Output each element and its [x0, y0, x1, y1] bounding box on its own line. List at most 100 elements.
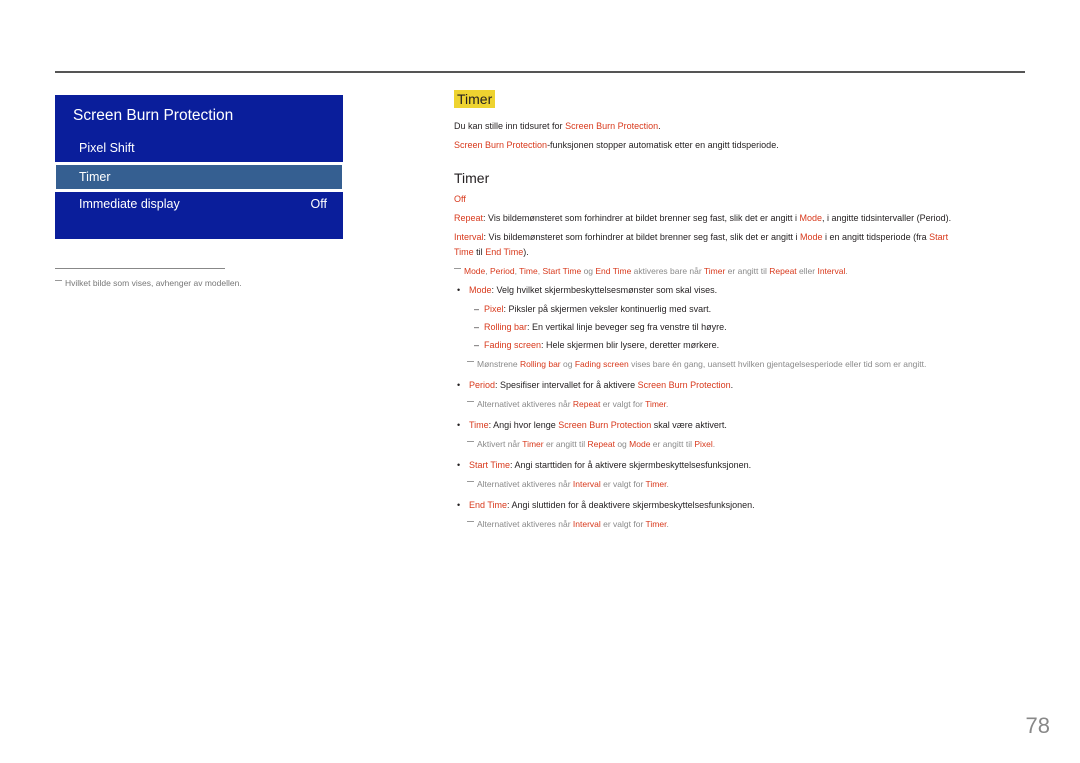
text: i en angitt tidsperiode (fra [822, 232, 930, 242]
sub-item-fading-screen: – Fading screen: Hele skjermen blir lyser… [474, 340, 719, 350]
text: . [712, 439, 716, 449]
dash-icon: – [474, 340, 480, 350]
term: Screen Burn Protection [637, 380, 731, 390]
bullet-end-time: • End Time: Angi sluttiden for å deaktive… [457, 500, 755, 510]
term: Interval [817, 266, 846, 276]
text: Alternativet aktiveres når [477, 519, 573, 529]
text: : Velg hvilket skjermbeskyttelsesmønster… [491, 285, 718, 295]
text: skal være aktivert. [651, 420, 727, 430]
bullet-time: • Time: Angi hvor lenge Screen Burn Prote… [457, 420, 727, 430]
bullet-mode: • Mode: Velg hvilket skjermbeskyttelsesmø… [457, 285, 717, 295]
text: , i angitte tidsintervaller (Period). [822, 213, 952, 223]
term: Interval [572, 479, 601, 489]
osd-menu: Screen Burn Protection Pixel Shift Timer… [55, 95, 343, 239]
text: : Angi hvor lenge [488, 420, 559, 430]
text: . [658, 121, 661, 131]
text: . [666, 399, 669, 409]
option-repeat: Repeat: Vis bildemønsteret som forhindre… [454, 213, 951, 223]
term: End Time [469, 500, 508, 510]
text: og [581, 266, 596, 276]
term: Rolling bar [484, 322, 528, 332]
text: Du kan stille inn tidsuret for [454, 121, 566, 131]
term: Pixel [694, 439, 713, 449]
term: Mode [464, 266, 486, 276]
menu-item-value: Off [310, 197, 327, 211]
term: Screen Burn Protection [454, 140, 548, 150]
term: Mode [469, 285, 492, 295]
section-title: Timer [454, 90, 496, 108]
menu-item-timer[interactable]: Timer [56, 165, 342, 189]
menu-item-pixel-shift[interactable]: Pixel Shift [55, 139, 343, 161]
text: . [666, 519, 669, 529]
bullet-start-time: • Start Time: Angi starttiden for å aktiv… [457, 460, 751, 470]
term: Timer [703, 266, 726, 276]
term: Screen Burn Protection [565, 121, 659, 131]
footnote-divider [55, 268, 225, 269]
note-dash-icon [454, 268, 461, 269]
bullet-icon: • [457, 500, 461, 510]
text: : Vis bildemønsteret som forhindrer at b… [483, 232, 800, 242]
text: : Vis bildemønsteret som forhindrer at b… [483, 213, 800, 223]
term: Time [454, 247, 474, 257]
page-number: 78 [1025, 713, 1050, 738]
note-2: Mønstrene Rolling bar og Fading screen v… [467, 359, 926, 369]
intro-line-1: Du kan stille inn tidsuret for Screen Bu… [454, 121, 661, 131]
text: : Spesifiser intervallet for å aktivere [495, 380, 638, 390]
term: Period [469, 380, 496, 390]
text: -funksjonen stopper automatisk etter en … [547, 140, 779, 150]
term: Period [490, 266, 515, 276]
term: Start Time [542, 266, 582, 276]
text: ). [523, 247, 529, 257]
note-dash-icon [467, 441, 474, 442]
term: Repeat [587, 439, 615, 449]
text: er valgt for [600, 399, 646, 409]
note-dash-icon [55, 280, 62, 281]
bullet-icon: • [457, 420, 461, 430]
text: : Piksler på skjermen veksler kontinuerl… [503, 304, 712, 314]
term: Repeat [572, 399, 601, 409]
text: er valgt for [600, 479, 646, 489]
term: Timer [645, 479, 667, 489]
term: Timer [645, 519, 667, 529]
intro-line-2: Screen Burn Protection-funksjonen stoppe… [454, 140, 779, 150]
text: Alternativet aktiveres når [477, 399, 573, 409]
term: Time [469, 420, 489, 430]
top-rule [55, 71, 1025, 73]
text: Aktivert når [477, 439, 523, 449]
text: og [560, 359, 575, 369]
menu-item-immediate-display[interactable]: Immediate display Off [55, 192, 343, 239]
term: Rolling bar [520, 359, 561, 369]
text: : Hele skjermen blir lysere, deretter mø… [541, 340, 720, 350]
note-1: Mode, Period, Time, Start Time og End Ti… [454, 266, 848, 276]
note-dash-icon [467, 401, 474, 402]
text: . [845, 266, 848, 276]
text: : Angi sluttiden for å deaktivere skjerm… [507, 500, 755, 510]
text: er angitt til [725, 266, 770, 276]
bullet-icon: • [457, 285, 461, 295]
text: til [473, 247, 486, 257]
term: Repeat [454, 213, 484, 223]
term: End Time [485, 247, 524, 257]
text: Mønstrene [477, 359, 520, 369]
term: Time [519, 266, 538, 276]
text: er angitt til [543, 439, 588, 449]
term: Start Time [469, 460, 511, 470]
text: Alternativet aktiveres når [477, 479, 573, 489]
dash-icon: – [474, 322, 480, 332]
note-dash-icon [467, 361, 474, 362]
text: er valgt for [600, 519, 646, 529]
text: aktiveres bare når [631, 266, 704, 276]
option-interval-cont: Time til End Time). [454, 247, 529, 257]
note-5: Alternativet aktiveres når Interval er v… [467, 479, 669, 489]
sub-item-pixel: – Pixel: Piksler på skjermen veksler kont… [474, 304, 711, 314]
dash-icon: – [474, 304, 480, 314]
text: : En vertikal linje beveger seg fra vens… [527, 322, 727, 332]
text: : Angi starttiden for å aktivere skjermb… [510, 460, 752, 470]
text: vises bare én gang, uansett hvilken gjen… [628, 359, 927, 369]
bullet-period: • Period: Spesifiser intervallet for å ak… [457, 380, 733, 390]
term: Interval [454, 232, 484, 242]
note-3: Alternativet aktiveres når Repeat er val… [467, 399, 668, 409]
subsection-title: Timer [454, 170, 490, 186]
note-6: Alternativet aktiveres når Interval er v… [467, 519, 669, 529]
note-dash-icon [467, 481, 474, 482]
